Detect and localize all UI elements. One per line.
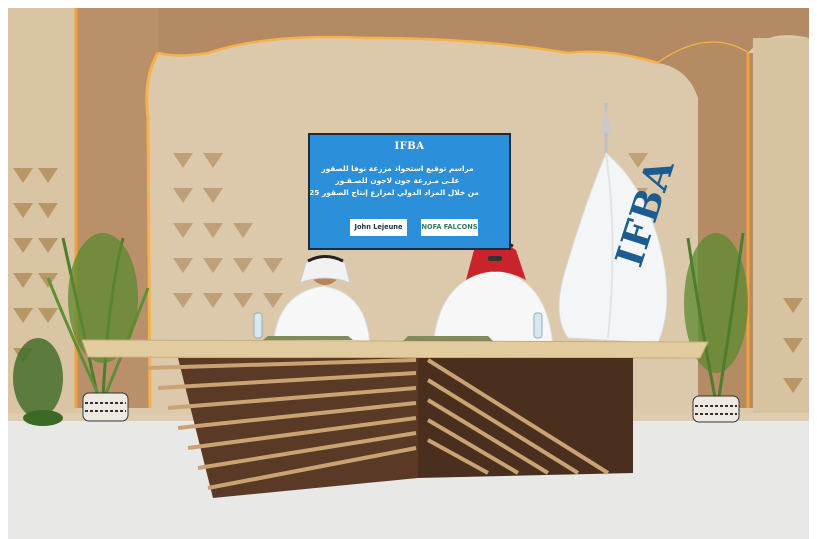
table-top	[81, 339, 709, 359]
screen-right-name: NOFA FALCONS	[421, 219, 478, 236]
right-wall-panel	[753, 38, 809, 418]
signing-ceremony-scene	[8, 8, 809, 539]
signing-folder-right	[403, 336, 493, 341]
screen-title-line-2: علـى مـزرعة جون لاجون للصـقـور	[335, 176, 460, 185]
water-bottle-left	[253, 312, 263, 339]
signing-folder-left	[263, 336, 353, 340]
screen-title-line-1: مراسم توقيع استحواذ مزرعة نوفا للصقور	[321, 164, 474, 173]
photo-frame: IFBA مراسم توقيع استحواذ مزرعة نوفا للصق…	[8, 8, 809, 539]
screen-title-line-3: من خلال المزاد الدولي لمزارع إنتاج الصقو…	[309, 188, 479, 197]
screen-left-name: John Lejeune	[350, 219, 407, 236]
water-bottle-right	[533, 312, 543, 339]
screen-logo: IFBA	[394, 141, 425, 152]
presentation-screen: IFBA مراسم توقيع استحواذ مزرعة نوفا للصق…	[308, 133, 511, 250]
